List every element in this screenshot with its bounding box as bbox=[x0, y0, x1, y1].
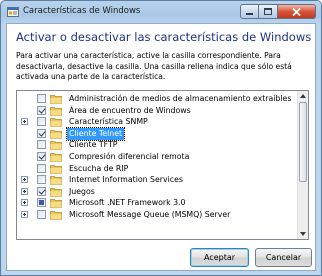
cancel-button[interactable]: Cancelar bbox=[255, 248, 312, 267]
expand-plus-icon[interactable] bbox=[21, 211, 28, 218]
feature-row[interactable]: Área de encuentro de Windows bbox=[17, 105, 297, 117]
maximize-icon bbox=[264, 8, 272, 15]
feature-row[interactable]: Cliente TFTP bbox=[17, 139, 297, 151]
scroll-down-button[interactable] bbox=[298, 229, 308, 239]
folder-icon bbox=[50, 211, 62, 220]
minimize-icon bbox=[245, 12, 253, 15]
feature-row[interactable]: Juegos bbox=[17, 186, 297, 198]
feature-label: Escucha de RIP bbox=[69, 163, 129, 173]
feature-label: Juegos bbox=[69, 186, 95, 196]
minimize-button[interactable] bbox=[240, 4, 259, 19]
folder-icon bbox=[50, 153, 62, 162]
feature-checkbox[interactable] bbox=[37, 94, 46, 103]
feature-row[interactable]: Administración de medios de almacenamien… bbox=[17, 93, 297, 105]
close-button[interactable] bbox=[278, 4, 316, 19]
folder-icon bbox=[50, 141, 62, 151]
feature-label: Cliente Telnet bbox=[65, 126, 126, 141]
windows-features-icon bbox=[7, 7, 19, 17]
feature-checkbox[interactable] bbox=[37, 210, 46, 219]
feature-checkbox[interactable] bbox=[37, 152, 46, 161]
feature-label: Microsoft Message Queue (MSMQ) Server bbox=[69, 210, 231, 219]
features-window: Características de Windows Activar o des… bbox=[0, 0, 322, 276]
window-controls bbox=[240, 4, 316, 20]
folder-icon bbox=[50, 164, 62, 174]
folder-icon bbox=[50, 199, 62, 209]
feature-checkbox[interactable] bbox=[37, 198, 46, 208]
close-icon bbox=[292, 7, 301, 16]
chevron-down-icon bbox=[300, 232, 306, 236]
feature-checkbox[interactable] bbox=[37, 175, 46, 185]
folder-icon bbox=[50, 187, 62, 197]
title-bar[interactable]: Características de Windows bbox=[1, 1, 321, 23]
dialog-content: Activar o desactivar las características… bbox=[6, 23, 316, 271]
features-tree[interactable]: Administración de medios de almacenamien… bbox=[16, 90, 309, 240]
instructions-text: Para activar una característica, active … bbox=[16, 51, 312, 83]
feature-checkbox[interactable] bbox=[37, 128, 46, 138]
feature-label: Administración de medios de almacenamien… bbox=[69, 94, 292, 103]
feature-checkbox[interactable] bbox=[37, 105, 46, 115]
feature-label: Compresión diferencial remota bbox=[69, 152, 190, 161]
feature-label: Microsoft .NET Framework 3.0 bbox=[69, 198, 186, 208]
feature-row[interactable]: Compresión diferencial remota bbox=[17, 151, 297, 163]
window-title: Características de Windows bbox=[23, 6, 141, 16]
page-title: Activar o desactivar las características… bbox=[16, 30, 312, 44]
maximize-button[interactable] bbox=[259, 4, 278, 19]
expand-plus-icon[interactable] bbox=[21, 187, 28, 195]
feature-label: Característica SNMP bbox=[69, 117, 148, 127]
instructions-line: activada una parte de la característica. bbox=[16, 72, 166, 82]
folder-icon bbox=[50, 118, 62, 128]
folder-icon bbox=[50, 176, 62, 186]
feature-row[interactable]: Cliente Telnet bbox=[17, 126, 297, 141]
vertical-scrollbar[interactable] bbox=[297, 91, 308, 239]
folder-icon bbox=[50, 95, 62, 104]
instructions-line: Para activar una característica, active … bbox=[16, 51, 281, 60]
instructions-line: desactivarla, desactive la casilla. Una … bbox=[16, 61, 292, 71]
scroll-up-button[interactable] bbox=[298, 91, 308, 101]
feature-checkbox[interactable] bbox=[37, 140, 46, 150]
scroll-thumb[interactable] bbox=[299, 102, 307, 182]
folder-icon bbox=[50, 106, 62, 116]
expand-plus-icon[interactable] bbox=[21, 118, 28, 126]
feature-checkbox[interactable] bbox=[37, 186, 46, 196]
feature-row[interactable]: Internet Information Services bbox=[17, 174, 297, 186]
feature-row[interactable]: Microsoft .NET Framework 3.0 bbox=[17, 197, 297, 209]
chevron-up-icon bbox=[300, 94, 306, 98]
expand-plus-icon[interactable] bbox=[21, 199, 28, 207]
feature-checkbox[interactable] bbox=[37, 163, 46, 173]
folder-icon bbox=[50, 129, 62, 139]
accept-button[interactable]: Aceptar bbox=[190, 248, 249, 267]
feature-label: Área de encuentro de Windows bbox=[69, 105, 191, 115]
feature-label: Internet Information Services bbox=[69, 175, 183, 185]
feature-row[interactable]: Escucha de RIP bbox=[17, 163, 297, 175]
feature-row[interactable]: Microsoft Message Queue (MSMQ) Server bbox=[17, 209, 297, 221]
expand-plus-icon[interactable] bbox=[21, 176, 28, 184]
feature-label: Cliente TFTP bbox=[69, 140, 118, 150]
feature-row[interactable]: Característica SNMP bbox=[17, 116, 297, 128]
feature-checkbox[interactable] bbox=[37, 117, 46, 127]
